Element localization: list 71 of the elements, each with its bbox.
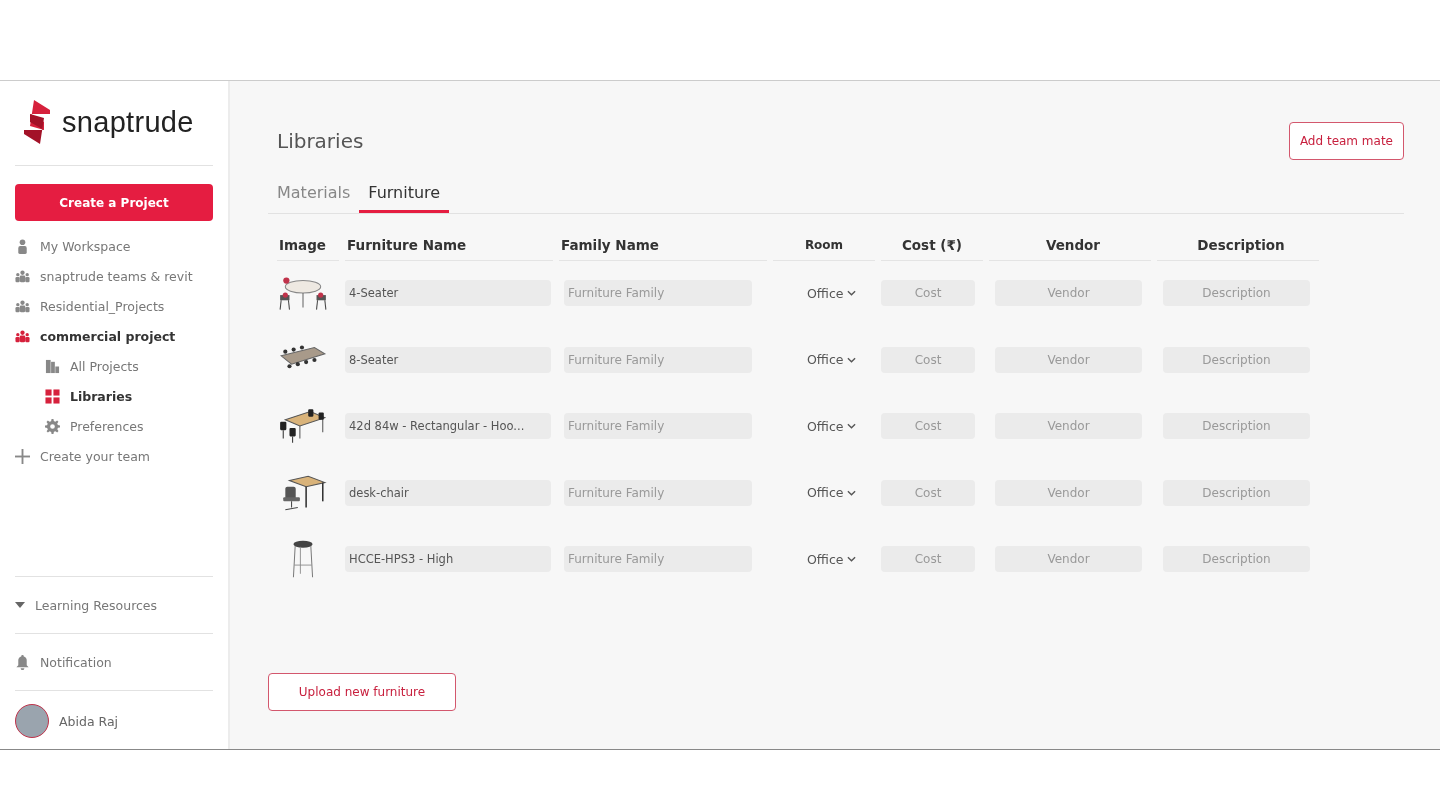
chevron-down-icon (846, 290, 856, 297)
column-header: Image (277, 230, 339, 261)
sidebar-item[interactable]: All Projects (15, 351, 213, 381)
cost-field[interactable]: Cost (881, 546, 975, 573)
vendor-field[interactable]: Vendor (995, 413, 1142, 440)
sidebar-item[interactable]: Preferences (15, 411, 213, 441)
sidebar-item[interactable]: Create your team (15, 441, 213, 471)
chevron-down-icon (846, 356, 856, 363)
vendor-field[interactable]: Vendor (995, 280, 1142, 307)
vendor-field[interactable]: Vendor (995, 479, 1142, 506)
column-header: Vendor (989, 230, 1151, 261)
room-dropdown[interactable]: Office (801, 284, 862, 302)
avatar[interactable] (15, 704, 49, 738)
sidebar-item[interactable]: My Workspace (15, 231, 213, 261)
sidebar-item[interactable]: Residential_Projects (15, 291, 213, 321)
column-header: Room (773, 230, 875, 261)
chevron-down-icon (846, 423, 856, 430)
team-icon (15, 268, 30, 284)
create-project-button[interactable]: Create a Project (15, 184, 213, 221)
room-dropdown[interactable]: Office (801, 484, 862, 502)
column-header: Family Name (559, 230, 767, 261)
cost-field[interactable]: Cost (881, 413, 975, 440)
plus-icon (15, 448, 30, 464)
room-dropdown[interactable]: Office (801, 417, 862, 435)
tab[interactable]: Materials (268, 176, 360, 213)
furniture-name-field[interactable]: desk-chair (345, 479, 551, 506)
cost-field[interactable]: Cost (881, 346, 975, 373)
description-field[interactable]: Description (1163, 346, 1310, 373)
add-team-mate-button[interactable]: Add team mate (1288, 122, 1404, 160)
chevron-down-icon (846, 489, 856, 496)
furniture-name-field[interactable]: 4-Seater (345, 280, 551, 307)
sidebar-item[interactable]: snaptrude teams & revit (15, 261, 213, 291)
family-name-field[interactable]: Furniture Family (564, 346, 752, 373)
team-icon (15, 298, 30, 314)
sidebar-item[interactable]: commercial project (15, 321, 213, 351)
page-title: Libraries (276, 129, 364, 153)
cost-field[interactable]: Cost (881, 280, 975, 307)
building-icon (45, 358, 60, 374)
column-header: Cost (₹) (881, 230, 983, 261)
furniture-name-field[interactable]: HCCE-HPS3 - High (345, 546, 551, 573)
team-icon (15, 328, 30, 344)
sidebar-item[interactable]: Libraries (15, 381, 213, 411)
vendor-field[interactable]: Vendor (995, 346, 1142, 373)
family-name-field[interactable]: Furniture Family (564, 413, 752, 440)
description-field[interactable]: Description (1163, 413, 1310, 440)
family-name-field[interactable]: Furniture Family (564, 280, 752, 307)
family-name-field[interactable]: Furniture Family (564, 546, 752, 573)
grid-icon (45, 388, 60, 404)
upload-furniture-button[interactable]: Upload new furniture (268, 673, 456, 711)
room-dropdown[interactable]: Office (801, 351, 862, 369)
furniture-name-field[interactable]: 8-Seater (345, 346, 551, 373)
vendor-field[interactable]: Vendor (995, 546, 1142, 573)
cost-field[interactable]: Cost (881, 479, 975, 506)
column-header: Furniture Name (345, 230, 553, 261)
description-field[interactable]: Description (1163, 280, 1310, 307)
settings-icon (45, 418, 60, 434)
description-field[interactable]: Description (1163, 479, 1310, 506)
brand-name: snaptrude (62, 105, 194, 139)
tab[interactable]: Furniture (359, 176, 450, 213)
description-field[interactable]: Description (1163, 546, 1310, 573)
caret-icon (15, 602, 25, 608)
furniture-name-field[interactable]: 42d 84w - Rectangular - Hoo... (345, 413, 551, 440)
room-dropdown[interactable]: Office (801, 550, 862, 568)
bell-icon (15, 654, 30, 670)
family-name-field[interactable]: Furniture Family (564, 479, 752, 506)
notification-item[interactable]: Notification (15, 642, 213, 682)
learning-resources-toggle[interactable]: Learning Resources (15, 585, 213, 625)
chevron-down-icon (846, 556, 856, 563)
person-icon (15, 238, 30, 254)
user-name: Abida Raj (59, 713, 119, 729)
column-header: Description (1157, 230, 1319, 261)
